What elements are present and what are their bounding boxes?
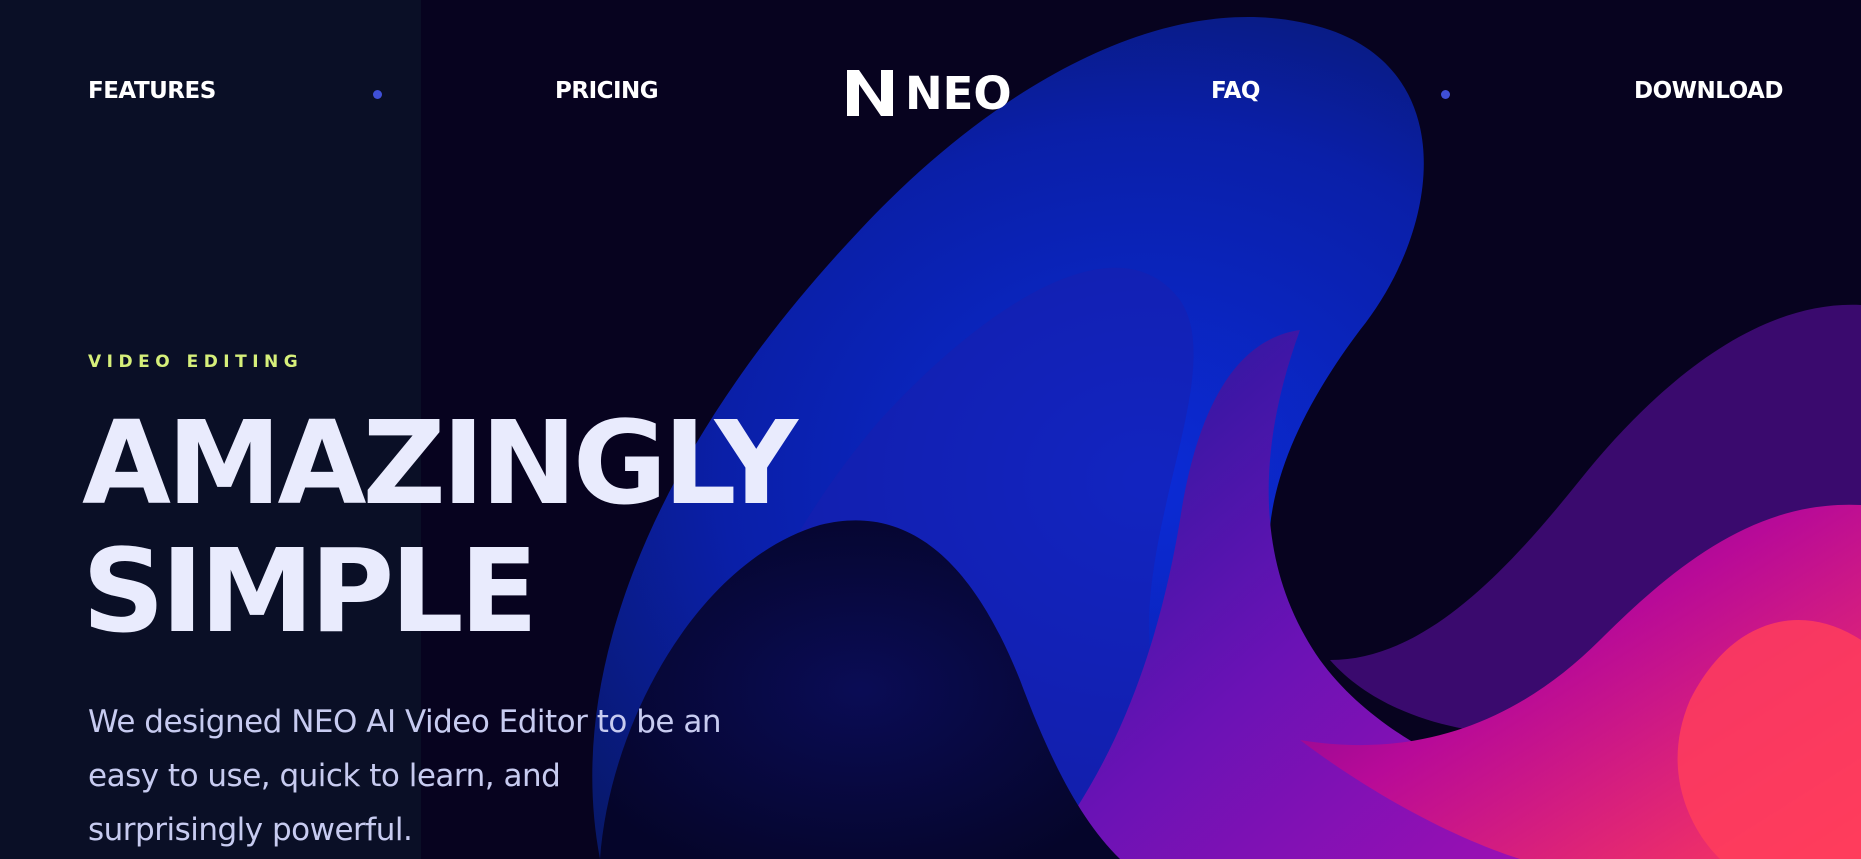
nav-separator-dot <box>1441 90 1450 99</box>
nav-faq-link[interactable]: FAQ <box>1211 78 1260 104</box>
nav-separator-dot <box>373 90 382 99</box>
neo-logo[interactable]: NEO <box>845 68 1012 118</box>
nav-features-link[interactable]: FEATURES <box>88 78 216 104</box>
hero-headline-line: SIMPLE <box>82 525 538 659</box>
hero-headline: AMAZINGLY SIMPLE <box>82 397 798 659</box>
logo-wordmark: NEO <box>905 66 1012 120</box>
hero-description: We designed NEO AI Video Editor to be an… <box>88 695 788 857</box>
nav-pricing-link[interactable]: PRICING <box>555 78 659 104</box>
nav-download-link[interactable]: DOWNLOAD <box>1634 78 1783 104</box>
hero-headline-line: AMAZINGLY <box>82 397 798 531</box>
hero-eyebrow: VIDEO EDITING <box>88 352 304 372</box>
hero-description-line: We designed NEO AI Video Editor to be an <box>88 704 721 740</box>
hero-description-line: easy to use, quick to learn, and <box>88 758 561 794</box>
hero-description-line: surprisingly powerful. <box>88 812 413 848</box>
n-letter-logo-icon <box>845 68 895 118</box>
